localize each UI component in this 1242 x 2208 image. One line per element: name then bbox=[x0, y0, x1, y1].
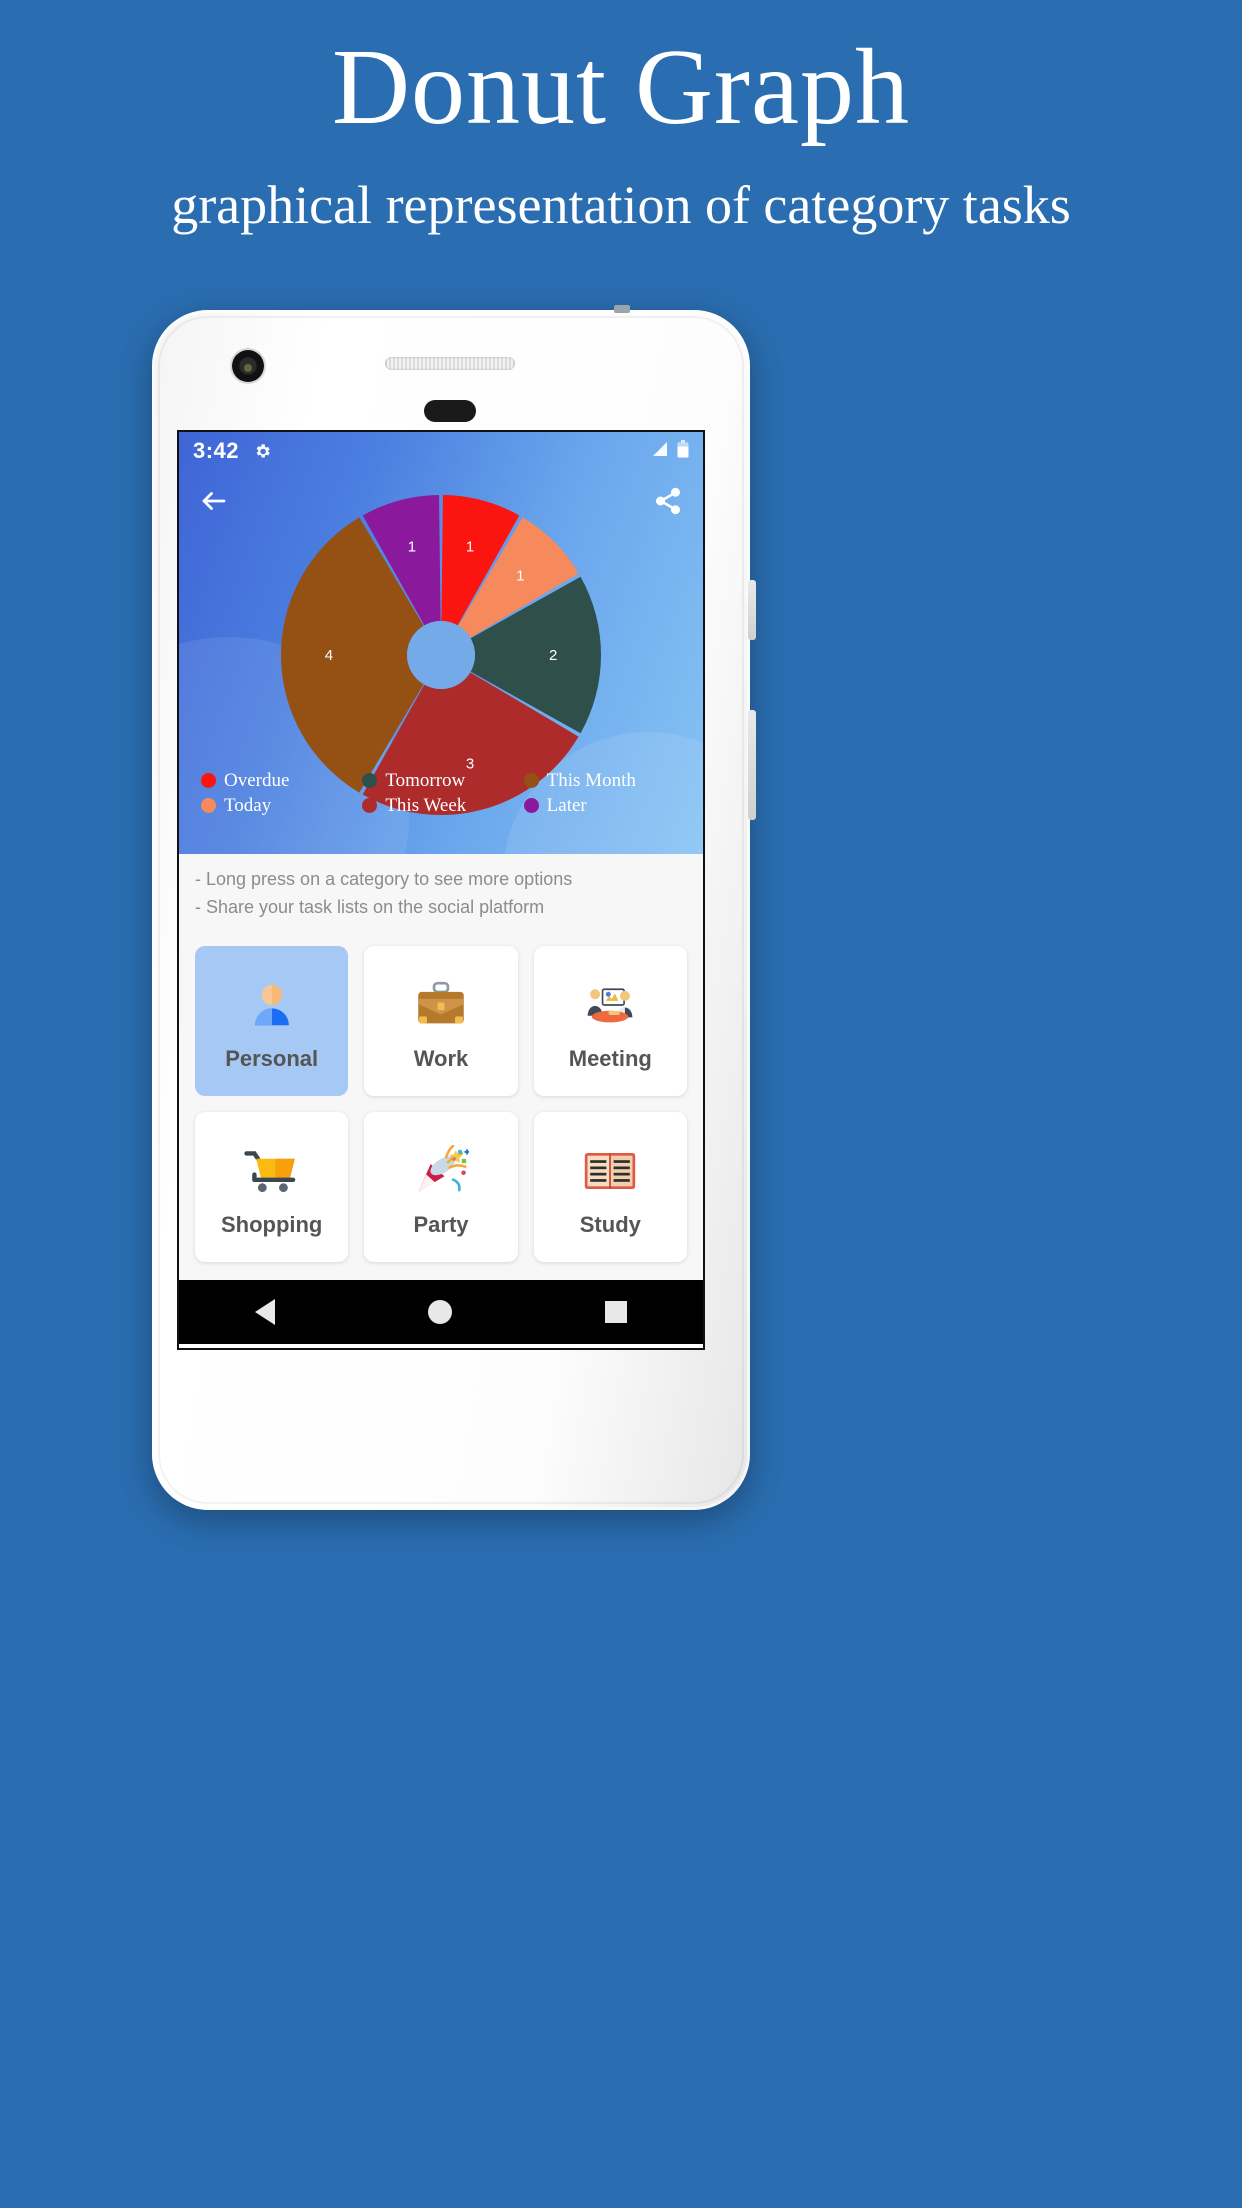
person-icon bbox=[245, 970, 299, 1040]
category-card-work[interactable]: Work bbox=[364, 945, 518, 1096]
back-triangle-icon[interactable] bbox=[255, 1298, 276, 1325]
category-label: Personal bbox=[225, 1045, 319, 1071]
hints-section: - Long press on a category to see more o… bbox=[179, 854, 703, 936]
pie-slice-value: 2 bbox=[549, 647, 557, 664]
chart-header-area: 3:42 1 1 2 3 4 1 Overdue Tomorrow This M… bbox=[179, 432, 703, 854]
legend-label: This Month bbox=[546, 769, 636, 791]
pie-slice-value: 1 bbox=[466, 539, 474, 556]
front-camera-icon bbox=[232, 350, 264, 382]
hint-long-press: - Long press on a category to see more o… bbox=[195, 869, 573, 889]
legend-item-later[interactable]: Later bbox=[523, 793, 681, 818]
pie-slice-value: 4 bbox=[325, 647, 333, 664]
party-popper-icon bbox=[413, 1136, 469, 1206]
meeting-icon bbox=[581, 970, 639, 1040]
signal-icon bbox=[651, 441, 669, 462]
phone-mockup: 3:42 1 1 2 3 4 1 Overdue Tomorrow This M… bbox=[152, 305, 756, 1510]
legend-item-tomorrow[interactable]: Tomorrow bbox=[362, 768, 519, 793]
category-label: Meeting bbox=[568, 1045, 652, 1071]
category-card-meeting[interactable]: Meeting bbox=[533, 945, 687, 1096]
page-subtitle: graphical representation of category tas… bbox=[171, 175, 1071, 235]
legend-label: Tomorrow bbox=[385, 769, 466, 791]
category-grid: Personal Work Meeting Shopping Party Stu… bbox=[179, 935, 703, 1280]
category-card-shopping[interactable]: Shopping bbox=[195, 1111, 349, 1262]
status-bar-time: 3:42 bbox=[193, 438, 240, 463]
legend-color-swatch bbox=[201, 773, 216, 788]
legend-color-swatch bbox=[523, 798, 539, 813]
pie-slice-value: 1 bbox=[516, 568, 524, 585]
legend-label: Today bbox=[224, 794, 272, 816]
battery-icon bbox=[677, 439, 689, 463]
gear-icon bbox=[253, 442, 272, 461]
donut-hole bbox=[407, 621, 475, 689]
legend-label: This Week bbox=[385, 794, 467, 816]
briefcase-icon bbox=[413, 970, 469, 1040]
proximity-sensor bbox=[424, 400, 476, 422]
legend-item-this-month[interactable]: This Month bbox=[523, 768, 681, 793]
earpiece-speaker bbox=[385, 357, 515, 370]
category-card-study[interactable]: Study bbox=[533, 1111, 687, 1262]
category-label: Shopping bbox=[220, 1211, 323, 1237]
category-card-party[interactable]: Party bbox=[364, 1111, 518, 1262]
legend-label: Later bbox=[546, 794, 587, 816]
legend-item-today[interactable]: Today bbox=[201, 793, 358, 818]
legend-item-overdue[interactable]: Overdue bbox=[201, 768, 358, 793]
recents-square-icon[interactable] bbox=[604, 1300, 627, 1323]
pie-slice-value: 1 bbox=[408, 539, 416, 556]
legend-color-swatch bbox=[362, 798, 378, 813]
status-bar: 3:42 bbox=[179, 432, 703, 470]
legend-color-swatch bbox=[523, 773, 539, 788]
cart-icon bbox=[243, 1136, 301, 1206]
donut-chart: 112341 bbox=[179, 490, 703, 815]
promo-screenshot: Donut Graph graphical representation of … bbox=[0, 0, 1242, 2208]
category-label: Party bbox=[413, 1211, 469, 1237]
volume-button[interactable] bbox=[748, 710, 756, 820]
phone-screen: 3:42 1 1 2 3 4 1 Overdue Tomorrow This M… bbox=[177, 430, 705, 1350]
hint-share: - Share your task lists on the social pl… bbox=[195, 896, 545, 917]
open-book-icon bbox=[583, 1136, 637, 1206]
category-label: Study bbox=[579, 1211, 641, 1237]
legend-color-swatch bbox=[362, 773, 378, 788]
legend-color-swatch bbox=[201, 798, 216, 813]
legend-label: Overdue bbox=[224, 769, 290, 791]
hero-header: Donut Graph graphical representation of … bbox=[0, 0, 1242, 235]
legend-item-this-week[interactable]: This Week bbox=[362, 793, 519, 818]
phone-top-button bbox=[614, 305, 630, 313]
page-title: Donut Graph bbox=[332, 28, 910, 147]
category-label: Work bbox=[413, 1045, 469, 1071]
chart-legend: Overdue Tomorrow This Month Today This Week L… bbox=[179, 768, 703, 818]
category-card-personal[interactable]: Personal bbox=[195, 945, 349, 1096]
home-circle-icon[interactable] bbox=[427, 1299, 452, 1324]
power-button[interactable] bbox=[748, 580, 756, 640]
android-nav-bar bbox=[179, 1279, 703, 1344]
